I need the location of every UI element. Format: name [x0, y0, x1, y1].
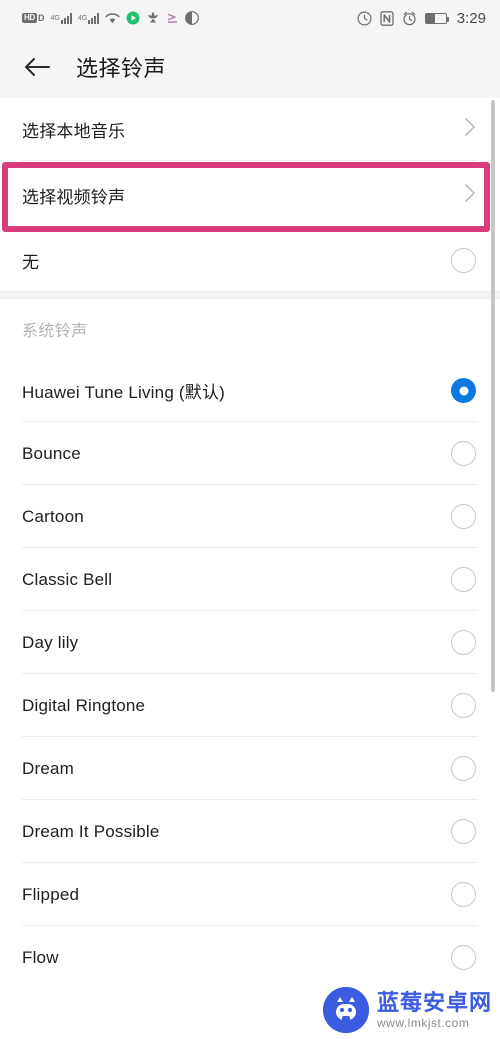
list-item-label: 无: [22, 252, 40, 272]
table-row[interactable]: Digital Ringtone: [0, 674, 500, 737]
app-header: 选择铃声: [0, 36, 500, 98]
ringtone-list: 选择本地音乐 选择视频铃声 无 系统铃声 Huawei Tune Living …: [0, 98, 500, 989]
hifi-icon: [185, 9, 200, 27]
alarm-icon: [402, 9, 417, 27]
radio-button[interactable]: [451, 756, 476, 781]
ringtone-label: Huawei Tune Living (默认): [22, 383, 226, 402]
ringtone-label: Bounce: [22, 443, 81, 463]
hd-badge-label: HD: [22, 13, 37, 23]
nfc-icon: [380, 9, 394, 27]
list-item-label: 选择本地音乐: [22, 122, 126, 141]
back-arrow-icon[interactable]: [22, 52, 52, 82]
table-row[interactable]: Dream It Possible: [0, 800, 500, 863]
table-row[interactable]: Huawei Tune Living (默认): [0, 359, 500, 422]
watermark-text: 蓝莓安卓网 www.lmkjst.com: [376, 989, 492, 1030]
section-header-label: 系统铃声: [22, 323, 88, 340]
table-row[interactable]: Flow: [0, 926, 500, 989]
hd-volte-icon: HD D: [22, 9, 44, 27]
radio-button[interactable]: [451, 630, 476, 655]
huawei-flower-icon: [146, 9, 160, 27]
status-bar: HD D 4G 4G 3:29: [0, 0, 500, 36]
status-bar-clock: 3:29: [456, 9, 486, 27]
vertical-scrollbar[interactable]: [491, 100, 495, 692]
status-bar-left-icons: HD D 4G 4G: [22, 9, 357, 27]
chevron-right-icon: [464, 117, 476, 142]
watermark: 蓝莓安卓网 www.lmkjst.com: [322, 987, 492, 1033]
table-row[interactable]: Bounce: [0, 422, 500, 485]
list-item-none[interactable]: 无: [0, 229, 500, 291]
table-row[interactable]: Cartoon: [0, 485, 500, 548]
radio-button[interactable]: [451, 441, 476, 466]
list-item-select-video-ringtone[interactable]: 选择视频铃声: [0, 161, 500, 229]
section-header-system-ringtones: 系统铃声: [0, 299, 500, 359]
ringtone-label: Flipped: [22, 884, 80, 904]
list-item-select-local-music[interactable]: 选择本地音乐: [0, 98, 500, 161]
ringtone-label: Dream: [22, 758, 75, 778]
page-title: 选择铃声: [76, 56, 167, 81]
watermark-logo-icon: [322, 987, 369, 1033]
status-bar-right-icons: 3:29: [357, 9, 486, 27]
share-icon: [166, 9, 179, 27]
hd-suffix-label: D: [37, 13, 45, 23]
signal-4g-icon: 4G: [50, 9, 72, 27]
radio-button[interactable]: [451, 819, 476, 844]
radio-button[interactable]: [451, 882, 476, 907]
radio-button-selected[interactable]: [451, 378, 476, 403]
table-row[interactable]: Classic Bell: [0, 548, 500, 611]
ringtone-label: Classic Bell: [22, 569, 113, 589]
table-row[interactable]: Day lily: [0, 611, 500, 674]
battery-icon: [424, 12, 450, 24]
network-type-label-2: 4G: [77, 14, 88, 22]
ringtone-label: Dream It Possible: [22, 821, 160, 841]
radio-button[interactable]: [451, 945, 476, 970]
table-row[interactable]: Flipped: [0, 863, 500, 926]
app-green-icon: [126, 9, 140, 27]
chevron-right-icon: [464, 183, 476, 208]
network-type-label-1: 4G: [50, 14, 60, 22]
radio-button[interactable]: [451, 567, 476, 592]
table-row[interactable]: Dream: [0, 737, 500, 800]
watermark-url: www.lmkjst.com: [376, 1015, 470, 1030]
ringtone-label: Day lily: [22, 632, 79, 652]
ringtone-label: Flow: [22, 947, 59, 967]
ringtone-label: Digital Ringtone: [22, 695, 146, 715]
group-divider: [0, 291, 500, 299]
watermark-site-name: 蓝莓安卓网: [376, 989, 492, 1015]
radio-button[interactable]: [451, 247, 476, 273]
list-item-label: 选择视频铃声: [22, 187, 126, 207]
ringtone-label: Cartoon: [22, 506, 84, 526]
radio-button[interactable]: [451, 504, 476, 529]
radio-button[interactable]: [451, 693, 476, 718]
phone-screen: HD D 4G 4G 3:29 选择铃声 选择本地音乐 选择视频铃声 无 系统铃…: [0, 0, 500, 1039]
signal-4g-icon-2: 4G: [77, 9, 100, 27]
do-not-disturb-icon: [357, 9, 372, 27]
wifi-icon: [105, 9, 120, 27]
